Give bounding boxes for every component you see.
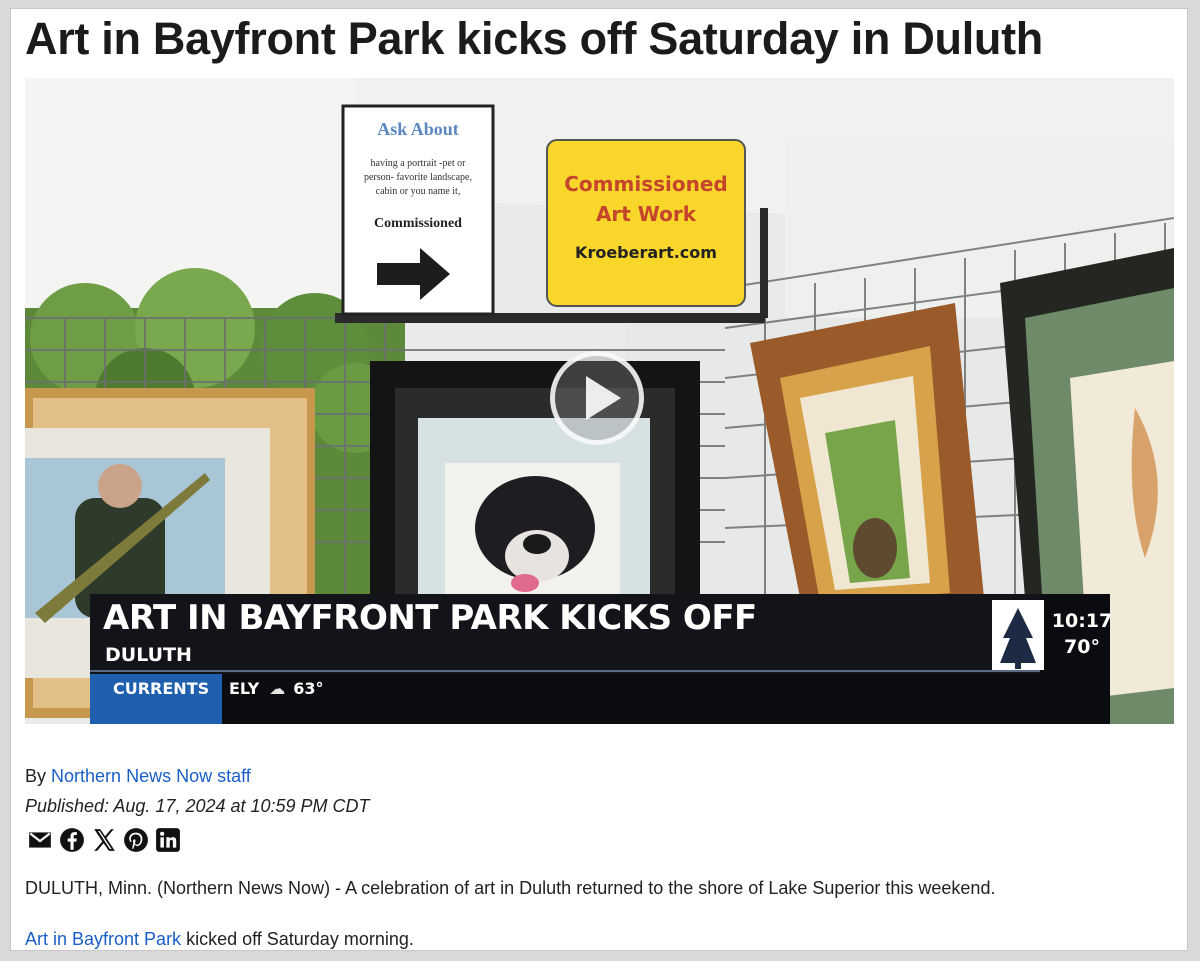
byline-prefix: By <box>25 766 47 786</box>
art-in-bayfront-park-link[interactable]: Art in Bayfront Park <box>25 929 181 949</box>
clock-temp: 70° <box>1064 636 1100 658</box>
svg-text:person- favorite landscape,: person- favorite landscape, <box>364 172 472 183</box>
svg-text:having a portrait -pet or: having a portrait -pet or <box>371 158 467 169</box>
pinterest-icon[interactable] <box>123 827 149 853</box>
author-link[interactable]: Northern News Now staff <box>51 766 251 786</box>
article-card: Art in Bayfront Park kicks off Saturday … <box>10 8 1188 951</box>
play-icon <box>586 376 621 420</box>
article-paragraph-1: DULUTH, Minn. (Northern News Now) - A ce… <box>25 878 996 898</box>
paragraph-2-text: kicked off Saturday morning. <box>181 929 414 949</box>
weather-ticker: ELY ☁ 63° <box>229 679 323 698</box>
lower-third-location: DULUTH <box>105 644 192 666</box>
svg-text:Art Work: Art Work <box>596 202 697 226</box>
currents-label: CURRENTS <box>113 679 210 698</box>
ticker-city: ELY <box>229 679 260 698</box>
ticker-temp: 63° <box>293 679 324 698</box>
linkedin-icon[interactable] <box>155 827 181 853</box>
byline: By Northern News Now staff <box>25 766 251 787</box>
svg-text:Kroeberart.com: Kroeberart.com <box>575 243 717 262</box>
clock-time: 10:17 <box>1051 610 1113 632</box>
time-temp-display: 10:17 70° <box>1047 608 1117 660</box>
lower-third-title: ART IN BAYFRONT PARK KICKS OFF <box>103 598 757 638</box>
article-paragraph-2: Art in Bayfront Park kicked off Saturday… <box>25 929 414 950</box>
article-headline: Art in Bayfront Park kicks off Saturday … <box>25 13 1043 64</box>
svg-text:Ask About: Ask About <box>377 119 459 139</box>
email-icon[interactable] <box>27 827 53 853</box>
published-date: Published: Aug. 17, 2024 at 10:59 PM CDT <box>25 796 370 816</box>
video-player[interactable]: Ask About having a portrait -pet or pers… <box>25 78 1174 724</box>
x-icon[interactable] <box>91 827 117 853</box>
cloudy-icon: ☁ <box>269 679 286 698</box>
facebook-icon[interactable] <box>59 827 85 853</box>
play-button[interactable] <box>550 351 644 445</box>
svg-text:Commissioned: Commissioned <box>374 216 462 231</box>
svg-text:cabin or you name it,: cabin or you name it, <box>376 186 461 197</box>
svg-text:Commissioned: Commissioned <box>564 172 727 196</box>
